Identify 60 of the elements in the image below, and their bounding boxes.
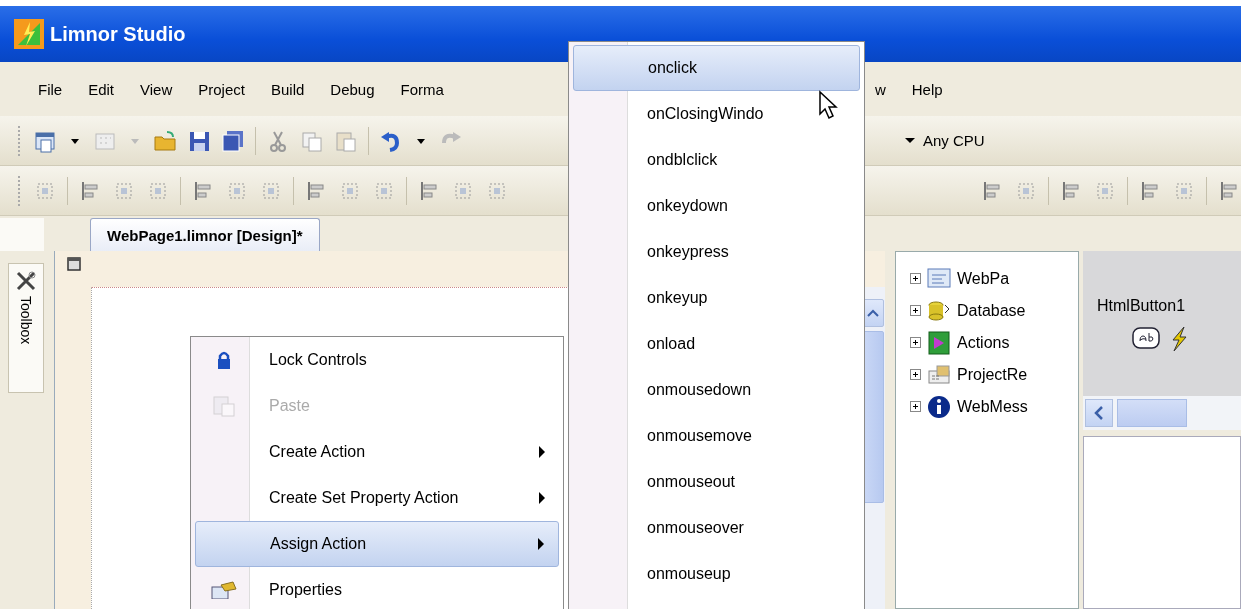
menu-item[interactable]: onkeydown [573, 183, 860, 229]
expand-icon[interactable] [910, 401, 921, 412]
menu-item[interactable]: Edit [75, 80, 128, 98]
menu-item[interactable]: onClosingWindo [573, 91, 860, 137]
menu-item[interactable]: onclick [573, 45, 860, 91]
menu-item[interactable]: Properties [195, 567, 559, 609]
menu-item[interactable]: onload [573, 321, 860, 367]
toolbox-tab[interactable]: Toolbox [8, 263, 44, 393]
caret-icon [905, 138, 915, 143]
menu-item[interactable]: Create Set Property Action [195, 475, 559, 521]
document-tab[interactable]: WebPage1.limnor [Design]* [90, 218, 320, 251]
resources-icon [927, 362, 951, 387]
menu-item[interactable]: Help [898, 80, 956, 98]
paste-icon [212, 394, 236, 418]
database-icon [927, 298, 951, 323]
menu-item[interactable]: Forma [387, 80, 457, 98]
menu-item[interactable]: onmousedown [573, 367, 860, 413]
expand-icon[interactable] [910, 369, 921, 380]
menu-item[interactable]: w [874, 80, 899, 98]
menu-item[interactable]: ondblclick [573, 137, 860, 183]
properties-icon [211, 581, 237, 599]
tools-icon [15, 270, 37, 292]
lightning-icon [1169, 325, 1189, 353]
window-title: Limnor Studio [50, 22, 186, 46]
platform-dropdown[interactable]: Any CPU [905, 125, 1241, 156]
menu-item[interactable]: Assign Action [195, 521, 559, 567]
tree-item[interactable]: WebPa [896, 264, 1078, 293]
page-icon [927, 266, 951, 291]
menu-item[interactable]: Lock Controls [195, 337, 559, 383]
menu-item[interactable]: onkeyup [573, 275, 860, 321]
menu-item[interactable]: onmouseover [573, 505, 860, 551]
expand-icon[interactable] [910, 273, 921, 284]
tree-item[interactable]: WebMess [896, 392, 1078, 421]
toolbox-label: Toolbox [18, 296, 34, 345]
button-control-icon [1131, 325, 1161, 351]
lock-icon [216, 350, 232, 370]
actions-icon [927, 330, 951, 355]
tree-item[interactable]: ProjectRe [896, 360, 1078, 389]
menu-item[interactable]: File [25, 80, 76, 98]
menu-item[interactable]: onmousemove [573, 413, 860, 459]
tree-item[interactable]: Database [896, 296, 1078, 325]
menu-item[interactable]: onmouseup [573, 551, 860, 597]
mouse-pointer-icon [818, 90, 840, 120]
expand-icon[interactable] [910, 305, 921, 316]
save-all-icon[interactable] [221, 128, 245, 153]
menu-item[interactable]: Build [257, 80, 318, 98]
menu-item[interactable]: onkeypress [573, 229, 860, 275]
menu-item[interactable]: Debug [317, 80, 388, 98]
tree-item[interactable]: Actions [896, 328, 1078, 357]
app-logo-icon [14, 19, 44, 49]
component-name: HtmlButton1 [1097, 297, 1187, 315]
menu-item[interactable]: View [127, 80, 186, 98]
menu-item[interactable]: Create Action [195, 429, 559, 475]
menu-item[interactable]: Project [185, 80, 258, 98]
menu-item[interactable]: onmouseout [573, 459, 860, 505]
horizontal-scrollbar[interactable] [1083, 396, 1241, 430]
window-icon [67, 257, 81, 271]
folder-icon[interactable] [153, 128, 177, 153]
expand-icon[interactable] [910, 337, 921, 348]
info-icon [927, 394, 951, 419]
